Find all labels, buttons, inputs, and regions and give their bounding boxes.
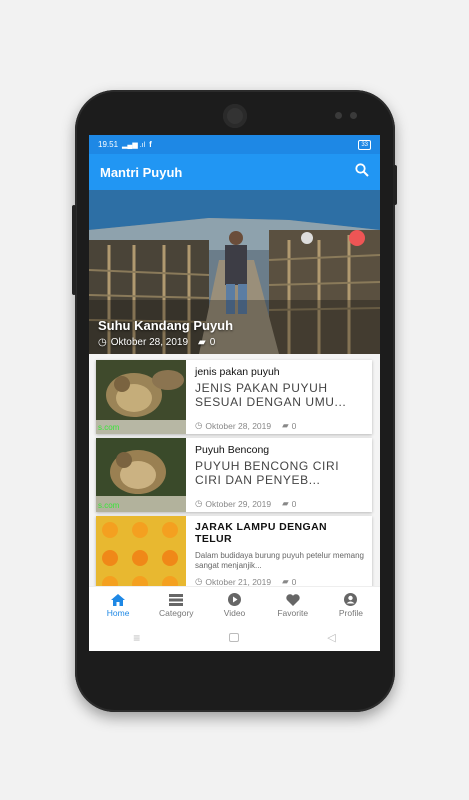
category-icon xyxy=(169,593,184,606)
featured-meta: ◷ Oktober 28, 2019 ▰ 0 xyxy=(98,337,215,348)
nav-favorite[interactable]: Favorite xyxy=(264,587,322,624)
sensor xyxy=(350,112,357,119)
search-icon[interactable] xyxy=(355,162,369,182)
nav-profile-label: Profile xyxy=(338,608,363,618)
earpiece-speaker xyxy=(223,104,247,128)
post-card[interactable]: JARAK LAMPU DENGAN TELUR Dalam budidaya … xyxy=(96,516,372,586)
volume-button xyxy=(72,205,76,295)
post-date: Oktober 29, 2019 xyxy=(205,498,272,509)
system-navigation: ≡ ◁ xyxy=(89,624,380,651)
home-icon xyxy=(111,593,126,606)
nav-favorite-label: Favorite xyxy=(277,607,309,618)
post-date: Oktober 21, 2019 xyxy=(205,576,272,587)
nav-video-label: Video xyxy=(223,608,246,618)
nav-home[interactable]: Home xyxy=(89,587,147,624)
post-category: jenis pakan puyuh xyxy=(195,366,280,378)
featured-date: Oktober 28, 2019 xyxy=(110,337,189,348)
clock-icon: ◷ xyxy=(195,420,203,430)
clock-icon: ◷ xyxy=(195,498,203,508)
post-category: Puyuh Bencong xyxy=(195,444,270,456)
nav-video[interactable]: Video xyxy=(205,587,263,624)
battery-icon: 33 xyxy=(358,139,371,150)
clock-icon: ◷ xyxy=(98,337,107,348)
nav-home-label: Home xyxy=(106,607,130,618)
nav-category[interactable]: Category xyxy=(147,587,205,624)
post-excerpt: Dalam budidaya burung puyuh petelur mema… xyxy=(195,551,366,571)
play-icon xyxy=(228,593,241,606)
post-thumbnail: s.com xyxy=(96,360,186,434)
app-bar: Mantri Puyuh xyxy=(89,154,380,190)
clock-icon: ◷ xyxy=(195,576,203,586)
post-thumbnail: s.com xyxy=(96,438,186,512)
post-title: JARAK LAMPU DENGAN TELUR xyxy=(195,521,328,545)
post-comments: 0 xyxy=(291,576,297,587)
menu-icon[interactable]: ≡ xyxy=(133,631,140,645)
status-bar: 19.51 ▂▄▆ .ıl f 33 xyxy=(89,135,380,154)
post-comments: 0 xyxy=(291,498,297,509)
comment-icon: ▰ xyxy=(282,420,289,430)
post-title-text: JENIS PAKAN PUYUH SESUAI DENGAN UMU... xyxy=(195,381,347,409)
heart-icon xyxy=(286,593,300,606)
back-icon[interactable]: ◁ xyxy=(327,631,335,644)
post-title: PUYUH BENCONG CIRI CIRI DAN PENYEB... xyxy=(195,459,366,487)
post-meta: ◷ Oktober 29, 2019 ▰ 0 xyxy=(195,498,296,509)
nav-category-label: Category xyxy=(159,607,194,618)
post-thumbnail xyxy=(96,516,186,586)
signal-icon: ▂▄▆ .ıl xyxy=(122,141,146,149)
post-excerpt-text: Dalam budidaya burung puyuh petelur mema… xyxy=(195,551,364,570)
post-date: Oktober 28, 2019 xyxy=(205,420,272,431)
post-card[interactable]: s.com jenis pakan puyuh JENIS PAKAN PUYU… xyxy=(96,360,372,434)
post-comments: 0 xyxy=(291,420,297,431)
comment-icon: ▰ xyxy=(282,576,289,586)
facebook-icon: f xyxy=(149,140,152,149)
front-camera xyxy=(335,112,342,119)
profile-icon xyxy=(344,593,358,606)
bottom-navigation: Home Category Video Favorite Profile xyxy=(89,586,380,624)
app-screen: 19.51 ▂▄▆ .ıl f 33 Mantri Puyuh Suhu Kan… xyxy=(89,135,380,651)
app-title: Mantri Puyuh xyxy=(100,164,183,180)
power-button xyxy=(393,165,397,205)
post-title: JENIS PAKAN PUYUH SESUAI DENGAN UMU... xyxy=(195,381,366,409)
featured-title: Suhu Kandang Puyuh xyxy=(98,318,234,333)
status-time: 19.51 xyxy=(98,140,119,149)
post-card[interactable]: s.com Puyuh Bencong PUYUH BENCONG CIRI C… xyxy=(96,438,372,512)
nav-profile[interactable]: Profile xyxy=(322,587,380,624)
featured-post[interactable]: Suhu Kandang Puyuh ◷ Oktober 28, 2019 ▰ … xyxy=(89,190,380,354)
comment-icon: ▰ xyxy=(198,337,206,348)
featured-comments: 0 xyxy=(209,337,216,348)
comment-icon: ▰ xyxy=(282,498,289,508)
post-list[interactable]: s.com jenis pakan puyuh JENIS PAKAN PUYU… xyxy=(89,354,380,586)
home-button-icon[interactable] xyxy=(228,633,239,642)
post-meta: ◷ Oktober 21, 2019 ▰ 0 xyxy=(195,576,296,586)
post-title-text: PUYUH BENCONG CIRI CIRI DAN PENYEB... xyxy=(195,459,340,487)
thumbnail-watermark: s.com xyxy=(98,423,120,432)
post-meta: ◷ Oktober 28, 2019 ▰ 0 xyxy=(195,420,296,431)
thumbnail-watermark: s.com xyxy=(98,501,120,510)
